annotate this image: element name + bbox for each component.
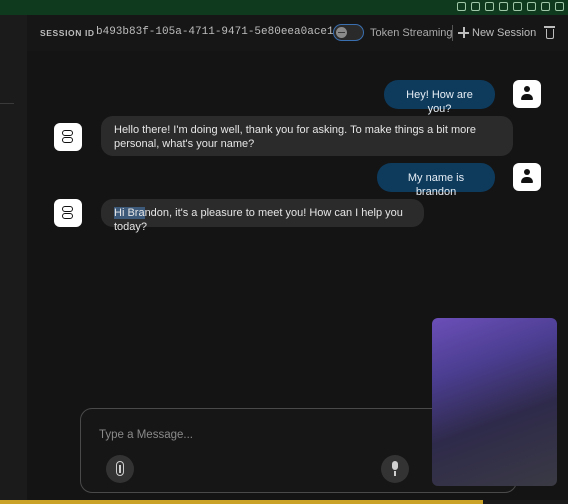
- progress-fill: [0, 500, 483, 504]
- tray-icon[interactable]: [499, 2, 508, 11]
- message-text: Hello there! I'm doing well, thank you f…: [114, 124, 477, 150]
- microphone-icon: [391, 461, 399, 477]
- plus-icon[interactable]: [458, 27, 469, 38]
- user-avatar: [513, 163, 541, 191]
- assistant-message: Hello there! I'm doing well, thank you f…: [101, 116, 513, 156]
- mic-button[interactable]: [381, 455, 409, 483]
- assistant-avatar: [54, 199, 82, 227]
- user-avatar: [513, 80, 541, 108]
- tray-icon[interactable]: [541, 2, 550, 11]
- token-streaming-toggle[interactable]: [333, 24, 364, 41]
- message-text: ndon, it's a pleasure to meet you! How c…: [114, 207, 403, 233]
- tray-icon[interactable]: [527, 2, 536, 11]
- webcam-overlay: [432, 318, 557, 486]
- tray-icon[interactable]: [471, 2, 480, 11]
- new-session-button[interactable]: New Session: [472, 27, 536, 39]
- system-tray-icons: [457, 2, 564, 11]
- header-divider: [452, 25, 453, 41]
- tray-icon[interactable]: [457, 2, 466, 11]
- message-text: My name is brandon: [407, 172, 465, 198]
- sidebar-divider: [0, 103, 14, 104]
- person-icon: [520, 169, 534, 185]
- assistant-message: Hi Brandon, it's a pleasure to meet you!…: [101, 199, 424, 233]
- progress-bar: [0, 500, 568, 504]
- trash-body: [545, 29, 554, 39]
- tray-icon[interactable]: [555, 2, 564, 11]
- tray-icon[interactable]: [513, 2, 522, 11]
- session-id-label: SESSION ID: [40, 28, 95, 38]
- person-icon: [520, 86, 534, 102]
- trash-lid: [544, 26, 555, 28]
- message-input[interactable]: [99, 427, 399, 443]
- selected-text: Hi Bra: [114, 207, 145, 219]
- bot-icon: [62, 206, 74, 220]
- assistant-avatar: [54, 123, 82, 151]
- system-toolbar: [0, 0, 568, 15]
- tray-icon[interactable]: [485, 2, 494, 11]
- user-message: My name is brandon: [377, 163, 495, 198]
- session-id-value: b493b83f-105a-4711-9471-5e80eea0ace1: [96, 26, 334, 38]
- chat-header: SESSION ID b493b83f-105a-4711-9471-5e80e…: [27, 15, 568, 51]
- paperclip-icon: [116, 461, 124, 476]
- user-message: Hey! How are you?: [384, 80, 495, 115]
- message-text: Hey! How are you?: [406, 89, 473, 115]
- attach-button[interactable]: [106, 455, 134, 483]
- toggle-knob: [336, 26, 347, 38]
- sidebar: [0, 15, 27, 504]
- token-streaming-label: Token Streaming: [370, 27, 453, 39]
- bot-icon: [62, 130, 74, 144]
- trash-icon[interactable]: [544, 26, 555, 40]
